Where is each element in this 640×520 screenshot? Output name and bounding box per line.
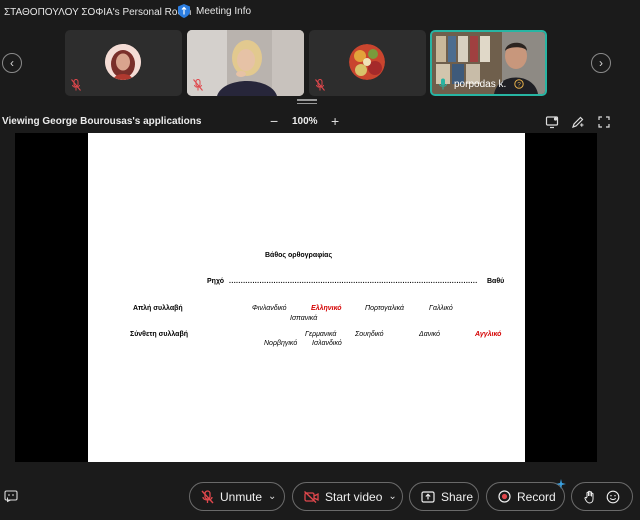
meeting-controls: Unmute ⌄ Start video ⌄ Share Record [0,479,640,513]
language-label-highlight: Ελληνικό [311,305,342,312]
chevron-right-icon: › [599,56,603,70]
language-label: Γαλλικό [429,305,453,312]
scale-right-label: Βαθύ [487,278,505,285]
language-label: Σουηδικό [355,331,384,338]
participant-tile[interactable] [187,30,304,96]
meeting-info-button[interactable]: Meeting Info [178,4,251,18]
chevron-down-icon[interactable]: ⌄ [268,491,276,502]
record-button[interactable]: Record [486,482,565,511]
language-label: Ισπανικά [290,315,318,322]
annotate-icon[interactable] [571,115,585,129]
shield-icon [178,4,190,18]
fullscreen-icon[interactable] [597,115,611,129]
zoom-out-button[interactable]: − [270,113,278,129]
avatar [105,44,141,80]
raise-hand-icon [584,490,594,504]
participant-name: porpodas k. [454,79,507,90]
language-label: Ισλανδικό [312,340,342,347]
shared-screen: Βάθος ορθογραφίας Ρηχό .................… [15,133,597,462]
row-label-complex: Σύνθετη συλλαβή [130,331,189,338]
participant-tile[interactable] [65,30,182,96]
captions-icon[interactable] [4,489,18,503]
muted-mic-icon [71,79,81,91]
viewing-label: Viewing George Bourousas's applications [2,116,202,127]
chevron-down-icon[interactable]: ⌄ [388,491,396,502]
language-label: Δανικό [419,331,441,338]
emoji-icon [606,490,620,503]
reactions-button[interactable] [571,482,633,511]
previous-participants-button[interactable]: ‹ [2,53,22,73]
sparkle-icon [556,479,566,489]
participant-tile-active[interactable]: porpodas k. ? [430,30,547,96]
record-icon [498,490,511,503]
svg-text:?: ? [517,81,521,88]
more-options-icon[interactable]: ? [514,79,524,89]
next-participants-button[interactable]: › [591,53,611,73]
language-label-highlight: Αγγλικό [475,331,502,338]
muted-mic-icon [193,79,203,91]
meeting-info-label: Meeting Info [196,5,252,17]
row-label-simple: Απλή συλλαβή [133,305,183,312]
unmute-label: Unmute [220,489,263,504]
zoom-in-button[interactable]: + [331,113,339,129]
participant-video [187,30,304,96]
video-off-icon [304,490,319,503]
zoom-level[interactable]: 100% [292,116,318,127]
start-video-label: Start video [325,489,383,504]
scale-left-label: Ρηχό [207,278,224,285]
language-label: Πορτογαλικά [365,305,405,312]
language-label: Γερμανικά [305,331,337,338]
unmute-button[interactable]: Unmute ⌄ [189,482,285,511]
scale-dots: ........................................… [229,278,478,285]
chevron-left-icon: ‹ [10,56,14,70]
shared-slide: Βάθος ορθογραφίας Ρηχό .................… [88,133,525,462]
room-title: ΣΤΑΘΟΠΟΥΛΟΥ ΣΟΦΙΑ's Personal Room [4,7,192,18]
participant-tile[interactable] [309,30,426,96]
participant-strip: ‹ porpodas k. ? › [0,28,640,98]
view-bar: Viewing George Bourousas's applications … [0,112,640,132]
language-label: Φινλανδικό [252,305,287,312]
muted-mic-icon [315,79,325,91]
muted-mic-icon [201,489,214,503]
resize-handle[interactable] [297,99,317,105]
slide-title: Βάθος ορθογραφίας [265,252,333,259]
share-label: Share [441,489,474,504]
share-button[interactable]: Share [409,482,479,511]
top-bar: ΣΤΑΘΟΠΟΥΛΟΥ ΣΟΦΙΑ's Personal Room Meetin… [0,0,640,24]
start-video-button[interactable]: Start video ⌄ [292,482,403,511]
screen-display-icon[interactable] [545,115,559,129]
mic-icon [439,78,447,90]
record-label: Record [517,489,556,504]
share-screen-icon [421,490,435,503]
avatar [349,44,385,80]
language-label: Νορβηγικό [264,340,298,347]
